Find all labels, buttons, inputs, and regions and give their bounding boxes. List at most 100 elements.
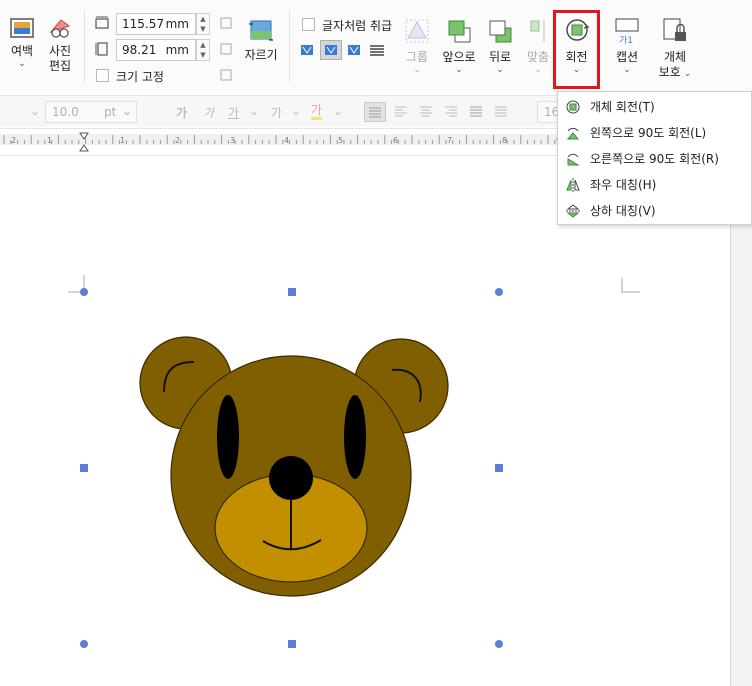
align-divide-icon[interactable] bbox=[494, 105, 508, 117]
ruler-number: 1 bbox=[47, 136, 53, 145]
margin-label: 여백 bbox=[10, 44, 34, 58]
lock-icon bbox=[663, 18, 686, 41]
wrap-square-icon[interactable] bbox=[298, 42, 316, 58]
resize-handle-bottom-right bbox=[495, 640, 503, 648]
height-input[interactable]: 98.21 mm bbox=[116, 39, 196, 61]
flip-vertical-icon bbox=[566, 204, 580, 218]
bring-forward-icon bbox=[448, 20, 471, 43]
align-justify-icon bbox=[369, 107, 381, 118]
size-same-width-icon bbox=[220, 17, 232, 29]
document-page[interactable] bbox=[0, 165, 752, 686]
chevron-down-icon: ⌄ bbox=[18, 59, 26, 69]
font-size-unit: pt bbox=[104, 105, 117, 119]
menu-item-label: 개체 회전(T) bbox=[590, 100, 655, 114]
bear-drawing[interactable] bbox=[139, 336, 449, 597]
vertical-scrollbar[interactable] bbox=[730, 165, 752, 686]
menu-item-flip-horizontal[interactable]: 좌우 대칭(H) bbox=[558, 172, 751, 198]
margin-button[interactable]: 여백 ⌄ bbox=[6, 16, 38, 69]
menu-item-rotate-left[interactable]: 왼쪽으로 90도 회전(L) bbox=[558, 120, 751, 146]
chevron-down-icon: ⌄ bbox=[291, 104, 302, 118]
chevron-down-icon: ⌄ bbox=[249, 104, 260, 118]
chevron-down-icon: ⌄ bbox=[413, 65, 421, 75]
font-dropdown-arrow[interactable]: ⌄ bbox=[30, 104, 40, 118]
width-icon bbox=[95, 16, 109, 29]
bring-forward-label: 앞으로 bbox=[442, 50, 476, 64]
height-spinner[interactable]: ▲ ▼ bbox=[196, 39, 210, 61]
width-spinner[interactable]: ▲ ▼ bbox=[196, 13, 210, 35]
photo-edit-button[interactable]: 사진 편집 bbox=[42, 16, 78, 74]
photo-edit-icon bbox=[49, 19, 71, 38]
send-backward-label: 뒤로 bbox=[488, 50, 512, 64]
bear-nose bbox=[269, 456, 313, 500]
ruler-number: 5 bbox=[338, 136, 344, 145]
rotate-highlight-frame bbox=[553, 10, 600, 89]
rotate-object-icon bbox=[566, 100, 580, 114]
ruler-number: 1 bbox=[120, 136, 126, 145]
fix-size-checkbox[interactable] bbox=[96, 69, 109, 82]
ruler-number: 2 bbox=[11, 136, 17, 145]
resize-handle-top-right bbox=[495, 288, 503, 296]
resize-handle-bottom-left bbox=[80, 640, 88, 648]
crop-button[interactable]: 자르기 bbox=[242, 18, 280, 63]
object-protect-button[interactable]: 개체 보호 ⌄ bbox=[655, 16, 695, 82]
menu-item-rotate-right[interactable]: 오른쪽으로 90도 회전(R) bbox=[558, 146, 751, 172]
bring-forward-button[interactable]: 앞으로 ⌄ bbox=[440, 18, 478, 75]
size-same-both-icon bbox=[220, 69, 232, 81]
ruler-number: 6 bbox=[393, 136, 399, 145]
align-label: 맞춤 bbox=[526, 50, 550, 64]
send-backward-icon bbox=[489, 20, 512, 43]
ruler-number: 8 bbox=[502, 136, 508, 145]
italic-button[interactable]: 가 bbox=[203, 104, 214, 121]
photo-edit-label-2: 편집 bbox=[48, 59, 72, 73]
group-button[interactable]: 그룹 ⌄ bbox=[401, 18, 433, 75]
underline-button[interactable]: 가 bbox=[228, 104, 239, 121]
align-center-icon[interactable] bbox=[419, 105, 433, 117]
caption-button[interactable]: 가1 캡션 ⌄ bbox=[610, 16, 644, 75]
divider bbox=[84, 10, 85, 82]
resize-handle-right bbox=[495, 464, 503, 472]
font-size-field[interactable]: 10.0 pt ⌄ bbox=[45, 101, 137, 123]
treat-as-char-checkbox[interactable] bbox=[302, 18, 315, 31]
resize-handle-top bbox=[288, 288, 296, 296]
margin-corner-mark bbox=[621, 278, 640, 293]
object-protect-label-2: 보호 ⌄ bbox=[658, 65, 692, 79]
send-backward-button[interactable]: 뒤로 ⌄ bbox=[484, 18, 516, 75]
bold-button[interactable]: 가 bbox=[176, 104, 187, 121]
bear-right-eye bbox=[344, 395, 366, 479]
ribbon-toolbar: 여백 ⌄ 사진 편집 115.57 mm ▲ ▼ 98.21 mm ▲ ▼ 크기 고… bbox=[0, 0, 752, 94]
align-right-icon[interactable] bbox=[444, 105, 458, 117]
width-value: 115.57 bbox=[122, 17, 164, 31]
chevron-down-icon: ⌄ bbox=[680, 69, 692, 79]
treat-as-char-label: 글자처럼 취급 bbox=[322, 19, 393, 33]
menu-item-rotate-object[interactable]: 개체 회전(T) bbox=[558, 94, 751, 120]
chevron-down-icon: ⌄ bbox=[121, 104, 132, 118]
width-input[interactable]: 115.57 mm bbox=[116, 13, 196, 35]
wrap-front-icon[interactable] bbox=[368, 42, 386, 58]
chevron-down-icon: ⌄ bbox=[623, 65, 631, 75]
wrap-tight-selected[interactable] bbox=[320, 40, 342, 60]
menu-item-label: 왼쪽으로 90도 회전(L) bbox=[590, 126, 707, 140]
menu-item-flip-vertical[interactable]: 상하 대칭(V) bbox=[558, 198, 751, 224]
wrap-behind-icon[interactable] bbox=[345, 42, 363, 58]
resize-handle-left bbox=[80, 464, 88, 472]
align-left-icon[interactable] bbox=[394, 105, 408, 117]
flip-horizontal-icon bbox=[566, 178, 580, 192]
group-label: 그룹 bbox=[405, 50, 429, 64]
chevron-down-icon: ⌄ bbox=[333, 104, 344, 118]
resize-handle-top-left bbox=[80, 288, 88, 296]
menu-item-label: 상하 대칭(V) bbox=[590, 204, 656, 218]
object-protect-label-1: 개체 bbox=[663, 50, 687, 64]
strikethrough-button[interactable]: 가 bbox=[271, 104, 282, 121]
align-distribute-icon[interactable] bbox=[469, 105, 483, 117]
align-justify-selected[interactable] bbox=[364, 102, 386, 122]
photo-edit-label-1: 사진 bbox=[48, 44, 72, 58]
rotate-left-icon bbox=[566, 127, 580, 140]
ruler-number: 4 bbox=[284, 136, 290, 145]
font-color-button[interactable]: 가 bbox=[311, 104, 323, 120]
svg-text:가1: 가1 bbox=[619, 35, 633, 46]
align-button[interactable]: 맞춤 ⌄ bbox=[523, 18, 553, 75]
chevron-down-icon: ⌄ bbox=[455, 65, 463, 75]
caption-label: 캡션 bbox=[615, 50, 639, 64]
ruler-number: 2 bbox=[175, 136, 181, 145]
margin-icon bbox=[10, 18, 34, 38]
